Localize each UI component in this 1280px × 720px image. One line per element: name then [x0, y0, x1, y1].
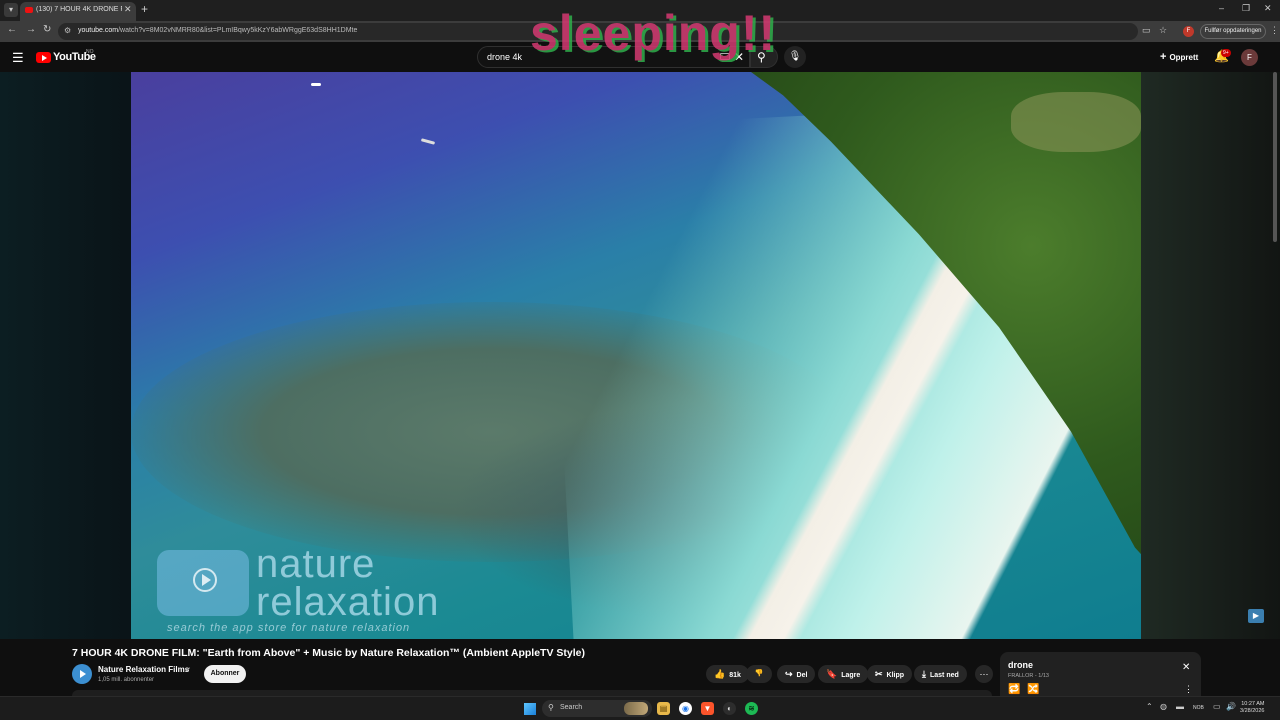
- save-button[interactable]: 🔖 Lagre: [818, 665, 869, 683]
- nature-relaxation-logo-icon: [157, 550, 249, 616]
- download-button[interactable]: ⤓ Last ned: [914, 665, 967, 683]
- brave-icon[interactable]: ▼: [701, 702, 714, 715]
- url-text: youtube.com/watch?v=8M02vNMRR80&list=PLm…: [78, 27, 358, 34]
- create-button[interactable]: + Opprett: [1160, 51, 1198, 63]
- tab-title: (130) 7 HOUR 4K DRONE FILM: [36, 6, 122, 13]
- taskbar-search-label: Search: [560, 704, 583, 711]
- player-area: nature relaxation search the app store f…: [0, 72, 1280, 639]
- video-player[interactable]: nature relaxation search the app store f…: [131, 72, 1141, 639]
- country-code: NO: [86, 49, 94, 55]
- site-info-icon[interactable]: ⚙: [64, 26, 71, 35]
- watermark-tagline: search the app store for nature relaxati…: [167, 622, 411, 634]
- subscribe-button[interactable]: Abonner: [204, 665, 246, 683]
- taskbar-search[interactable]: ⚲ Search: [542, 700, 652, 717]
- clock-time: 10:27 AM: [1241, 701, 1265, 707]
- overlay-text: sleeping!!: [530, 5, 777, 61]
- thumbs-down-icon: 👎: [754, 670, 764, 677]
- browser-tab-active[interactable]: (130) 7 HOUR 4K DRONE FILM ✕: [20, 2, 136, 21]
- thumbs-up-icon: 👍: [714, 669, 726, 679]
- video-title: 7 HOUR 4K DRONE FILM: "Earth from Above"…: [72, 647, 585, 659]
- boat: [420, 138, 436, 145]
- menu-icon[interactable]: ☰: [12, 50, 24, 66]
- page-scrollbar[interactable]: [1273, 72, 1277, 242]
- plus-icon: +: [1160, 51, 1167, 63]
- boat: [311, 83, 321, 86]
- tab-close-icon[interactable]: ✕: [124, 4, 132, 15]
- app-icon[interactable]: ◐: [723, 702, 736, 715]
- channel-name[interactable]: Nature Relaxation Films: [98, 665, 189, 674]
- scissors-icon: ✂: [875, 669, 883, 679]
- clip-button[interactable]: ✂ Klipp: [867, 665, 913, 683]
- playlist-title[interactable]: drone: [1008, 660, 1033, 670]
- subscriber-count: 1,05 mill. abonnenter: [98, 677, 155, 683]
- shuffle-icon[interactable]: 🔀: [1027, 684, 1039, 695]
- more-actions-icon[interactable]: ⋯: [975, 665, 993, 683]
- bookmark-star-icon[interactable]: ☆: [1159, 25, 1167, 36]
- bookmark-icon: 🔖: [826, 669, 838, 679]
- spotify-icon[interactable]: ≋: [745, 702, 758, 715]
- window-minimize-icon[interactable]: –: [1219, 3, 1224, 13]
- browser-menu-icon[interactable]: ⋮: [1270, 25, 1279, 36]
- like-button[interactable]: 👍 81k: [706, 665, 749, 683]
- voice-search-icon[interactable]: 🎙: [784, 46, 806, 68]
- share-button[interactable]: ↪ Del: [777, 665, 816, 683]
- cast-tab-icon[interactable]: ▭: [1142, 25, 1151, 36]
- window-close-icon[interactable]: ✕: [1264, 3, 1272, 14]
- ambient-glow: [1141, 72, 1280, 639]
- verified-check-icon: ✔: [185, 667, 191, 674]
- channel-watermark-icon[interactable]: ▶: [1248, 609, 1264, 623]
- input-language[interactable]: NOB: [1193, 705, 1204, 711]
- windows-start-icon[interactable]: [524, 703, 536, 715]
- forward-icon[interactable]: →: [26, 24, 36, 35]
- loop-icon[interactable]: 🔁: [1008, 684, 1020, 695]
- search-query: drone 4k: [487, 52, 523, 62]
- tray-app-icon[interactable]: ◍: [1160, 702, 1167, 711]
- new-tab-icon[interactable]: +: [141, 2, 148, 16]
- playlist-more-icon[interactable]: ⋮: [1184, 684, 1193, 695]
- youtube-favicon-icon: [25, 7, 33, 13]
- file-explorer-icon[interactable]: ▤: [657, 702, 670, 715]
- download-icon: ⤓: [922, 669, 926, 679]
- share-icon: ↪: [785, 669, 793, 679]
- windows-taskbar: ⚲ Search ▤ ◉ ▼ ◐ ≋ ⌃ ◍ ▬ NOB ▭ 🔊 10:27 A…: [0, 696, 1280, 720]
- window-restore-icon[interactable]: ❐: [1242, 3, 1250, 14]
- tab-search-chevron-icon[interactable]: ▾: [4, 3, 18, 17]
- chrome-icon[interactable]: ◉: [679, 702, 692, 715]
- reload-icon[interactable]: ↻: [43, 24, 51, 35]
- youtube-logo-icon[interactable]: [36, 52, 51, 63]
- update-button[interactable]: Fullfør oppdateringen: [1200, 24, 1266, 39]
- notification-badge: 9+: [1221, 49, 1231, 57]
- search-icon: ⚲: [548, 703, 554, 712]
- watermark-line2: relaxation: [256, 580, 440, 624]
- system-clock[interactable]: 10:27 AM 3/28/2026: [1240, 701, 1264, 715]
- browser-profile-avatar[interactable]: F: [1183, 26, 1194, 37]
- network-icon[interactable]: ▭: [1213, 702, 1221, 711]
- play-icon: [193, 568, 217, 592]
- tray-overflow-icon[interactable]: ⌃: [1146, 702, 1153, 711]
- channel-avatar[interactable]: [72, 664, 92, 684]
- playlist-subtitle: FRALLOR - 1/13: [1008, 673, 1049, 679]
- dislike-button[interactable]: 👎: [746, 665, 772, 683]
- account-avatar[interactable]: F: [1241, 49, 1258, 66]
- volume-icon[interactable]: 🔊: [1226, 702, 1236, 711]
- clock-date: 3/28/2026: [1240, 708, 1265, 714]
- close-icon[interactable]: ✕: [1182, 662, 1190, 673]
- back-icon[interactable]: ←: [7, 24, 17, 35]
- tray-flag-icon[interactable]: ▬: [1176, 702, 1184, 711]
- search-highlight-image: [624, 702, 648, 715]
- forest-clearing: [1011, 92, 1141, 152]
